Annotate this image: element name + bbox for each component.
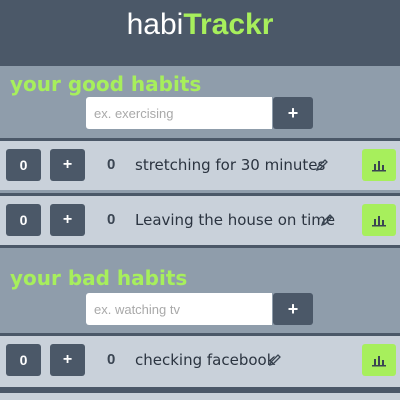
habit-count-button[interactable]: 0 (6, 149, 41, 181)
habit-total: 0 (107, 351, 116, 368)
bar-chart-icon (372, 356, 386, 367)
header-band (0, 52, 400, 66)
app-title-part1: habi (126, 8, 184, 41)
bar-chart-icon (372, 161, 386, 172)
bad-habit-input[interactable] (86, 293, 272, 325)
habit-total: 0 (107, 156, 116, 173)
habit-row: 0 + 0 checking facebook (0, 333, 400, 390)
increment-button[interactable]: + (50, 204, 85, 236)
pencil-icon[interactable] (320, 213, 334, 227)
stats-button[interactable] (362, 204, 396, 236)
habit-row (0, 390, 400, 400)
habit-count-button[interactable]: 0 (6, 344, 41, 376)
stats-button[interactable] (362, 149, 396, 181)
habit-name: checking facebook (135, 351, 276, 369)
habit-name: stretching for 30 minutes (135, 156, 326, 174)
bar-chart-icon (372, 216, 386, 227)
good-habits-title: your good habits (10, 72, 202, 96)
pencil-icon[interactable] (268, 353, 282, 367)
pencil-icon[interactable] (315, 158, 329, 172)
habit-count-button[interactable]: 0 (6, 204, 41, 236)
habit-row: 0 + 0 Leaving the house on time (0, 193, 400, 248)
app-title-part2: Trackr (183, 8, 274, 41)
increment-button[interactable]: + (50, 149, 85, 181)
add-good-habit-button[interactable]: + (273, 97, 313, 129)
habit-row: 0 + 0 stretching for 30 minutes (0, 138, 400, 190)
increment-button[interactable]: + (50, 344, 85, 376)
app-header: habiTrackr (0, 0, 400, 52)
stats-button[interactable] (362, 344, 396, 376)
good-habit-input[interactable] (86, 97, 272, 129)
habit-name: Leaving the house on time (135, 211, 336, 229)
habit-total: 0 (107, 211, 116, 228)
add-bad-habit-button[interactable]: + (273, 293, 313, 325)
bad-habits-title: your bad habits (10, 266, 188, 290)
